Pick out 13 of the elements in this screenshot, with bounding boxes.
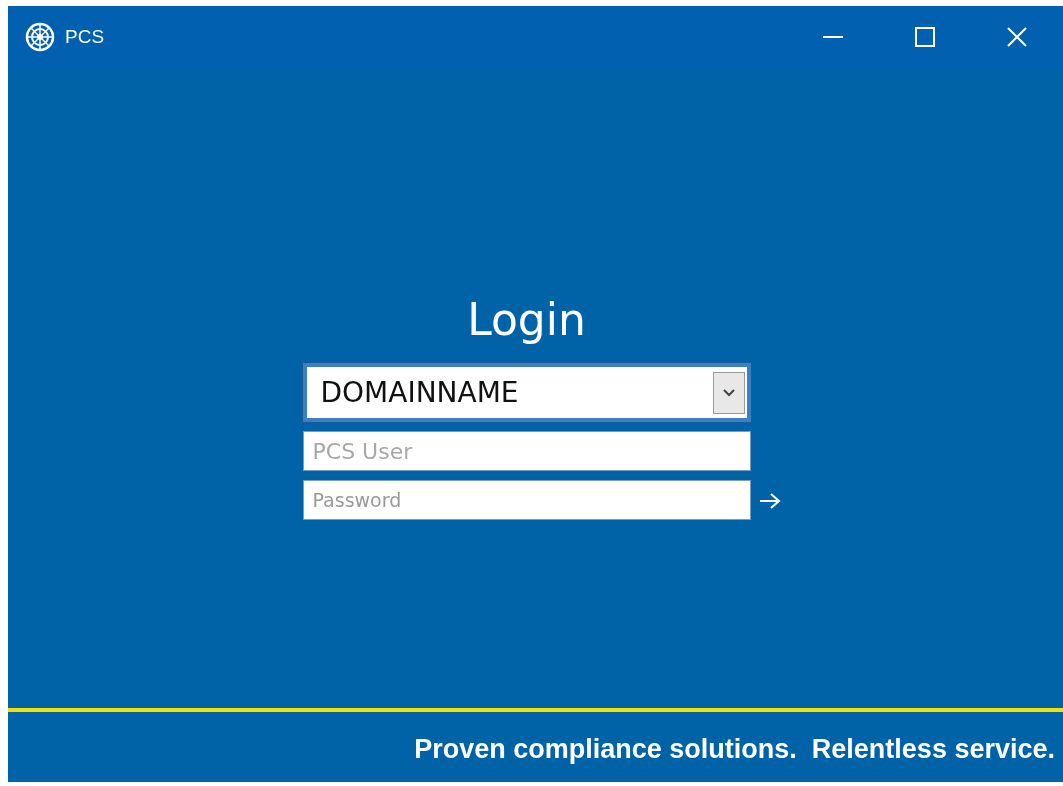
arrow-right-icon[interactable] xyxy=(758,492,781,510)
domain-dropdown[interactable]: DOMAINNAME xyxy=(302,363,751,422)
maximize-icon xyxy=(914,26,936,48)
dropdown-button[interactable] xyxy=(712,371,745,414)
window-title: PCS xyxy=(65,26,105,48)
user-field[interactable]: PCS User xyxy=(302,431,751,471)
close-icon xyxy=(1006,26,1028,48)
password-field[interactable]: Password xyxy=(302,480,751,520)
login-heading: Login xyxy=(467,294,586,345)
tagline: Proven compliance solutions. Relentless service. xyxy=(414,733,1055,765)
caret-icon xyxy=(721,387,736,398)
minimize-icon xyxy=(822,36,844,38)
wheel-icon xyxy=(25,22,55,52)
